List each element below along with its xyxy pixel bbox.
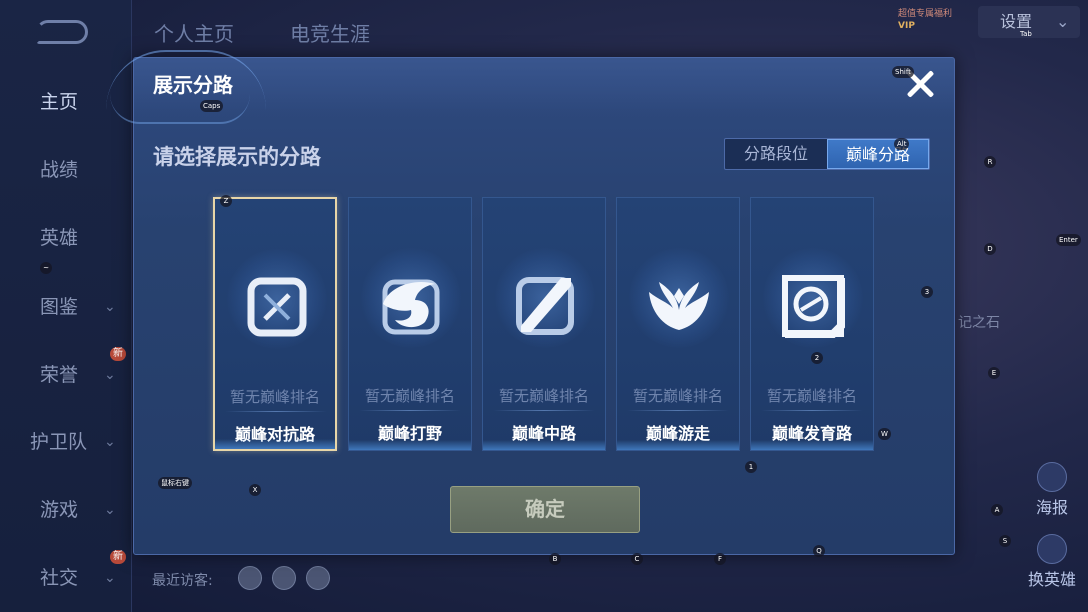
key-hint-q: Q: [813, 545, 825, 557]
wings-icon: [649, 282, 709, 330]
tab-lane-rank[interactable]: 分路段位: [725, 139, 827, 169]
chevron-down-icon: ⌄: [104, 502, 116, 518]
bg-record-stone-text: 记之石: [958, 315, 1000, 331]
sword-shield-icon: [247, 277, 307, 337]
lane-display-dialog: 展示分路 请选择展示的分路 分路段位 巅峰分路 暂无巅峰排名 巅峰对抗路 暂无巅…: [106, 50, 955, 555]
poster-button[interactable]: 海报: [1030, 462, 1074, 518]
lane-card-jungle[interactable]: 暂无巅峰排名 巅峰打野: [348, 197, 472, 451]
rank-text: 暂无巅峰排名: [229, 388, 320, 406]
key-hint-tab: Tab: [1020, 30, 1032, 38]
confirm-button[interactable]: 确定: [450, 486, 640, 533]
sidebar-item-label: 护卫队: [30, 431, 88, 453]
key-hint-a: A: [991, 504, 1003, 516]
slash-icon: [516, 277, 574, 335]
chevron-down-icon: ⌄: [104, 299, 116, 315]
key-hint-s: S: [999, 535, 1011, 547]
sidebar-item-label: 英雄: [40, 227, 79, 249]
sidebar-item-honor[interactable]: 荣誉 ⌄ 新: [0, 347, 132, 395]
decorative-swirl: [110, 94, 250, 124]
key-hint-2: 2: [811, 352, 823, 364]
sidebar-item-label: 图鉴: [40, 296, 79, 318]
chevron-down-icon: ⌄: [104, 367, 116, 383]
key-hint-shift: Shift: [892, 66, 914, 78]
sidebar-item-gallery[interactable]: 图鉴 ⌄: [0, 287, 132, 327]
change-hero-icon: [1037, 534, 1067, 564]
key-hint-c: C: [631, 553, 643, 565]
poster-icon: [1037, 462, 1067, 492]
key-hint-b: B: [549, 553, 561, 565]
sidebar-item-label: 主页: [40, 91, 79, 113]
key-hint-caps: Caps: [200, 100, 224, 112]
lane-card-adc[interactable]: 暂无巅峰排名 巅峰发育路: [750, 197, 874, 451]
new-badge: 新: [110, 347, 126, 361]
sidebar-item-social[interactable]: 社交 ⌄ 新: [0, 550, 132, 598]
key-hint-alt: Alt: [894, 138, 910, 150]
avatar[interactable]: [272, 566, 296, 590]
sidebar-item-games[interactable]: 游戏 ⌄: [0, 490, 132, 530]
chevron-down-icon: ⌄: [1056, 12, 1070, 31]
sidebar-item-guard[interactable]: 护卫队 ⌄: [0, 422, 132, 462]
key-hint-d: D: [984, 243, 996, 255]
rank-text: 暂无巅峰排名: [364, 387, 455, 405]
key-hint-w: W: [878, 428, 891, 440]
back-arrow-icon[interactable]: [36, 20, 88, 44]
key-hint-3: 3: [921, 286, 933, 298]
sidebar-item-label: 游戏: [40, 499, 79, 521]
sidebar-item-label: 社交: [40, 567, 79, 589]
tab-profile[interactable]: 个人主页: [154, 18, 234, 47]
lane-card-mid[interactable]: 暂无巅峰排名 巅峰中路: [482, 197, 606, 451]
dialog-subtitle: 请选择展示的分路: [153, 145, 321, 169]
sidebar-item-label: 荣誉: [40, 364, 79, 386]
key-hint-1: 1: [745, 461, 757, 473]
avatar[interactable]: [238, 566, 262, 590]
key-hint-r: R: [984, 156, 996, 168]
sidebar-item-heroes[interactable]: 英雄: [0, 218, 132, 258]
key-hint-z: Z: [220, 195, 232, 207]
key-hint-enter: Enter: [1056, 234, 1081, 246]
lane-card-support[interactable]: 暂无巅峰排名 巅峰游走: [616, 197, 740, 451]
rank-text: 暂无巅峰排名: [632, 387, 723, 405]
arrow-ring-icon: [782, 275, 845, 338]
tab-esports-career[interactable]: 电竞生涯: [290, 18, 370, 47]
vip-promo-badge[interactable]: 超值专属福利 VIP: [898, 8, 952, 32]
chevron-down-icon: ⌄: [104, 434, 116, 450]
new-badge: 新: [110, 550, 126, 564]
key-hint-e: E: [988, 367, 1000, 379]
change-hero-button[interactable]: 换英雄: [1022, 534, 1082, 590]
key-hint-tilde: ~: [40, 262, 52, 274]
key-hint-f: F: [714, 553, 726, 565]
dialog-title: 展示分路: [153, 73, 233, 97]
sidebar-item-label: 战绩: [40, 159, 79, 181]
chevron-down-icon: ⌄: [104, 570, 116, 586]
key-hint-right-mouse: 鼠标右键: [158, 477, 192, 489]
avatar[interactable]: [306, 566, 330, 590]
dragon-icon: [382, 279, 440, 335]
lane-card-top[interactable]: 暂无巅峰排名 巅峰对抗路: [213, 197, 337, 451]
rank-text: 暂无巅峰排名: [766, 387, 857, 405]
recent-visitors-label: 最近访客:: [152, 573, 213, 589]
tab-peak-lane[interactable]: 巅峰分路: [827, 139, 929, 169]
key-hint-x: X: [249, 484, 261, 496]
rank-text: 暂无巅峰排名: [498, 387, 589, 405]
settings-button[interactable]: 设置 Tab ⌄: [978, 6, 1080, 38]
sidebar-item-records[interactable]: 战绩: [0, 150, 132, 190]
